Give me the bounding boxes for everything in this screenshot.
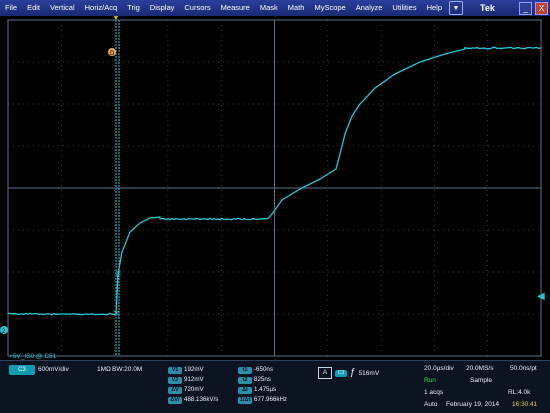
- graticule-grid: [8, 20, 541, 356]
- acq-date: February 19, 2014: [446, 401, 499, 408]
- channel-bandwidth: BW:20.0M: [112, 366, 142, 373]
- cursor-x-icon: ✕: [115, 269, 122, 278]
- trigger-a-label: A: [318, 367, 332, 379]
- menu-bar: File Edit Vertical Horiz/Acq Trig Displa…: [0, 0, 550, 16]
- measure-value: 192mV: [184, 365, 204, 375]
- trigger-level: 516mV: [359, 370, 380, 377]
- channel-impedance: 1MΩ: [97, 366, 111, 373]
- measure-value: 825ns: [254, 375, 271, 385]
- measure-tag: V2: [168, 377, 182, 384]
- menu-measure[interactable]: Measure: [216, 0, 255, 16]
- channel-scale[interactable]: 600mV/div: [38, 366, 69, 373]
- sample-rate: 20.0MS/s: [466, 365, 493, 372]
- brand-logo: Tek: [480, 0, 495, 16]
- menu-analyze[interactable]: Analyze: [351, 0, 388, 16]
- timebase: 20.0µs/div: [424, 365, 454, 372]
- waveform-svg: ▼ D ◀ 2 ✕ ✕: [0, 16, 550, 360]
- menu-mask[interactable]: Mask: [255, 0, 283, 16]
- measurement-row: V2 912mV t2 825ns: [168, 375, 308, 385]
- menu-dropdown-icon[interactable]: ▼: [449, 1, 463, 15]
- trigger-position-icon: ▼: [112, 16, 120, 22]
- menu-cursors[interactable]: Cursors: [179, 0, 215, 16]
- menu-myscope[interactable]: MyScope: [309, 0, 350, 16]
- channel-badge[interactable]: C3: [9, 365, 35, 375]
- menu-edit[interactable]: Edit: [22, 0, 45, 16]
- waveform-display[interactable]: ▼ D ◀ 2 ✕ ✕ +5V_IS0 @ C51: [0, 16, 550, 360]
- measure-value: 912mV: [184, 375, 204, 385]
- measure-value: 677.966kHz: [254, 395, 287, 405]
- window-controls: _ X: [519, 2, 548, 15]
- trace-label: +5V_IS0 @ C51: [9, 353, 56, 360]
- menu-horiz-acq[interactable]: Horiz/Acq: [80, 0, 123, 16]
- menu-math[interactable]: Math: [283, 0, 310, 16]
- menu-vertical[interactable]: Vertical: [45, 0, 80, 16]
- menu-display[interactable]: Display: [145, 0, 180, 16]
- menu-utilities[interactable]: Utilities: [387, 0, 421, 16]
- acq-mode: Sample: [470, 377, 492, 384]
- measure-tag: ΔV/Δt: [168, 397, 182, 404]
- acq-time: 16:30:41: [512, 401, 537, 408]
- measure-tag: 1/Δt: [238, 397, 252, 404]
- measure-tag: t1: [238, 367, 252, 374]
- close-button[interactable]: X: [535, 2, 548, 15]
- menu-file[interactable]: File: [0, 0, 22, 16]
- measure-value: 720mV: [184, 385, 204, 395]
- measurement-row: ΔV 720mV Δt 1.475µs: [168, 385, 308, 395]
- measurement-row: V1 192mV t1 -650ns: [168, 365, 308, 375]
- measurement-row: ΔV/Δt 488.136kV/s 1/Δt 677.966kHz: [168, 395, 308, 405]
- measure-tag: t2: [238, 377, 252, 384]
- status-panel: C3 600mV/div 1MΩ BW:20.0M V1 192mV t1 -650…: [0, 360, 550, 413]
- measurement-table: V1 192mV t1 -650ns V2 912mV t2 825ns ΔV 720mV…: [168, 365, 308, 405]
- trigger-level-icon: ◀: [537, 291, 545, 302]
- rising-edge-icon: ƒ: [350, 368, 356, 378]
- trigger-marker-label: D: [110, 51, 115, 57]
- measure-value: -650ns: [254, 365, 273, 375]
- acq-state: Run: [424, 377, 436, 384]
- trigger-source-badge: C3: [335, 370, 347, 377]
- trigger-mode: Auto: [424, 401, 437, 408]
- resolution: 50.0ns/pt: [510, 365, 537, 372]
- measure-tag: V1: [168, 367, 182, 374]
- record-length: RL:4.0k: [508, 389, 530, 396]
- measure-value: 1.475µs: [254, 385, 276, 395]
- measure-tag: Δt: [238, 387, 252, 394]
- trigger-readout[interactable]: A C3 ƒ 516mV: [318, 365, 408, 381]
- menu-help[interactable]: Help: [422, 0, 447, 16]
- cursor-x-icon: ✕: [113, 309, 120, 318]
- measure-tag: ΔV: [168, 387, 182, 394]
- measure-value: 488.136kV/s: [184, 395, 218, 405]
- menu-trig[interactable]: Trig: [122, 0, 145, 16]
- minimize-button[interactable]: _: [519, 2, 532, 15]
- acq-count: 1 acqs: [424, 389, 443, 396]
